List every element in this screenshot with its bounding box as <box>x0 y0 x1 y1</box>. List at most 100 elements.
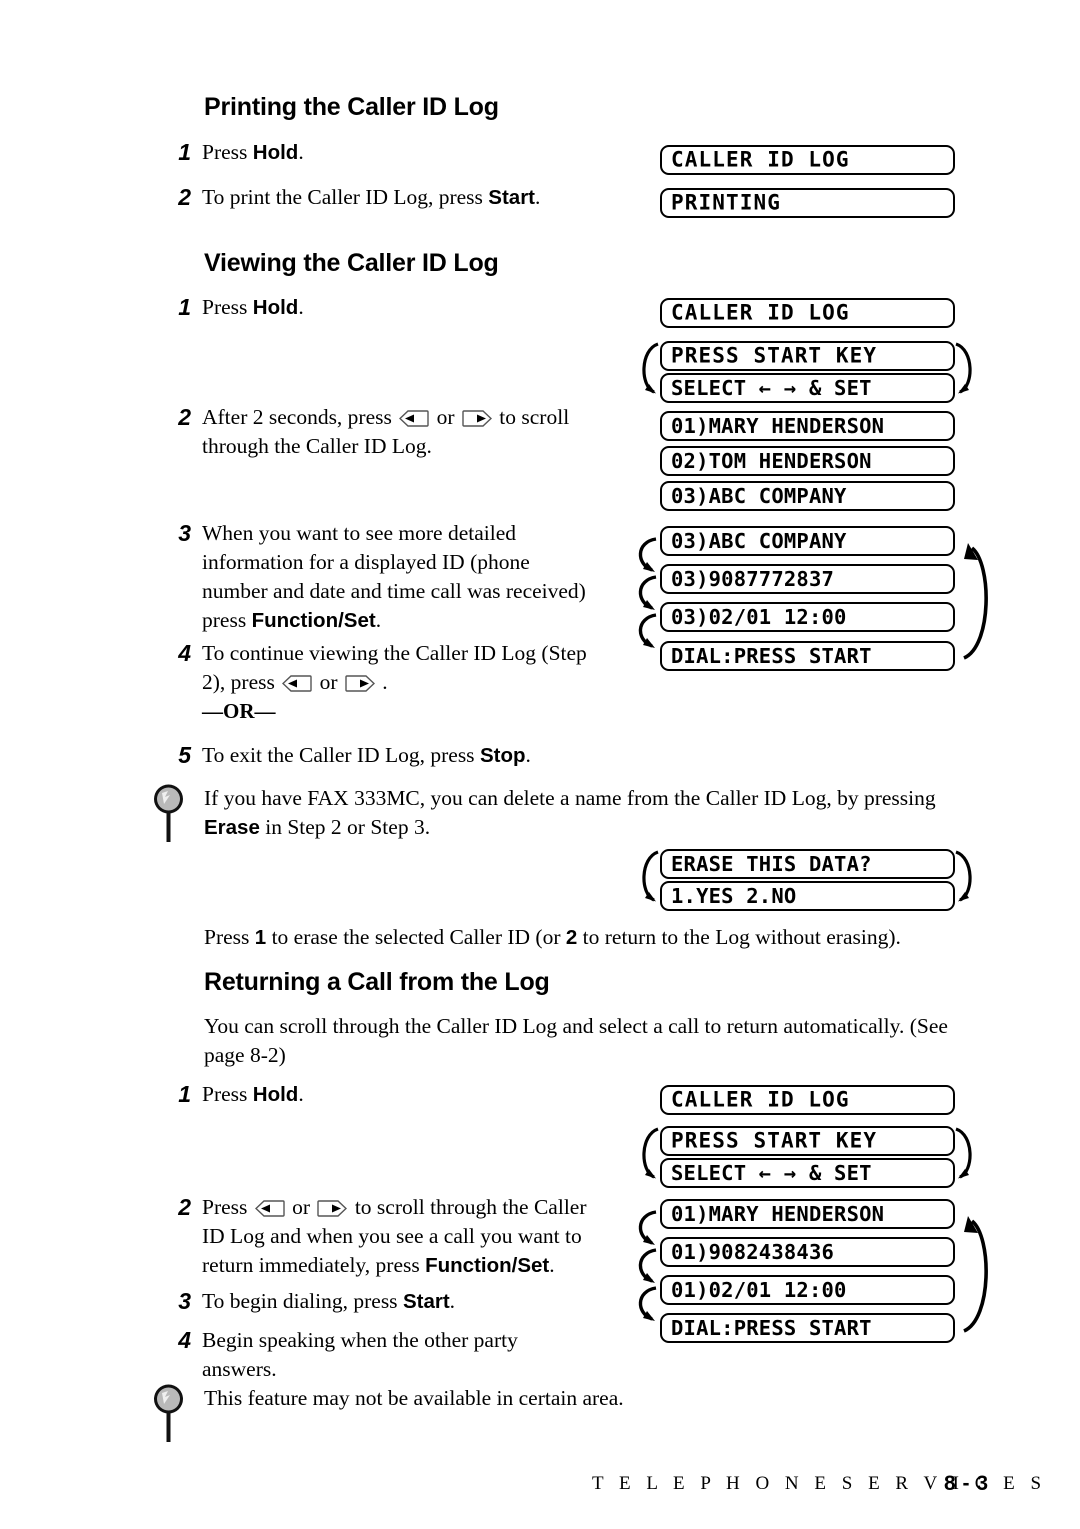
step-number: 1 <box>178 1081 191 1107</box>
magnifier-tip-icon <box>152 1382 186 1444</box>
lcd-text: 01)9082438436 <box>671 1239 835 1264</box>
key-name-erase: Erase <box>204 816 260 839</box>
step-text-line1: To continue viewing the Caller ID Log (S… <box>202 641 587 665</box>
lcd-text: 02)TOM HENDERSON <box>671 448 872 473</box>
step-number: 3 <box>178 1288 191 1314</box>
section-heading-printing: Printing the Caller ID Log <box>204 93 499 121</box>
key-name-hold: Hold <box>252 296 299 319</box>
step-text-line2-lead: 2), press <box>202 670 281 694</box>
step-number: 5 <box>178 742 191 768</box>
step-text: Press Hold. <box>202 1080 304 1109</box>
paragraph-mid: to erase the selected Caller ID (or <box>266 925 566 949</box>
step-arrow-down <box>626 1209 664 1251</box>
step-text-line3: number and date and time call was receiv… <box>202 579 586 603</box>
lcd-display: SELECT ← → & SET <box>660 1158 955 1188</box>
step-text: To begin dialing, press Start. <box>202 1287 455 1316</box>
step-text-tail: . <box>525 743 531 767</box>
step-text-lead: Press <box>202 1195 253 1219</box>
lcd-text: PRESS START KEY <box>671 1128 878 1153</box>
step-text-tail: . <box>449 1289 456 1313</box>
section-heading-returning: Returning a Call from the Log <box>204 968 550 996</box>
step-arrow-down <box>626 1285 664 1327</box>
lcd-text: DIAL:PRESS START <box>671 1315 872 1340</box>
note-text: This feature may not be available in cer… <box>204 1386 624 1410</box>
key-name-start: Start <box>488 186 536 209</box>
step-text: Press or to scroll through the Caller ID … <box>202 1193 587 1280</box>
key-name-hold: Hold <box>252 1083 299 1106</box>
lcd-text: 01)02/01 12:00 <box>671 1277 847 1302</box>
key-name-two: 2 <box>565 926 578 949</box>
lcd-text: 01)MARY HENDERSON <box>671 1201 885 1226</box>
step-number: 3 <box>178 520 191 546</box>
step-arrow-down <box>626 574 664 616</box>
lcd-text: PRESS START KEY <box>671 343 878 368</box>
step-text-tail: . <box>535 185 541 209</box>
step-text: Press Hold. <box>202 293 304 322</box>
step-text-tail: . <box>298 140 304 164</box>
key-name-hold: Hold <box>252 141 299 164</box>
step-text-mid: or <box>286 1195 316 1219</box>
paragraph-line1: You can scroll through the Caller ID Log… <box>204 1014 948 1038</box>
step-text-line4-tail: . <box>375 608 382 632</box>
step-number: 4 <box>178 640 191 666</box>
note-text-line2: in Step 2 or Step 3. <box>259 815 431 839</box>
right-arrow-key-icon <box>462 410 492 427</box>
lcd-display: SELECT ← → & SET <box>660 373 955 403</box>
step-text-line2-mid: or <box>314 670 343 694</box>
step-text: To print the Caller ID Log, press Start. <box>202 183 540 212</box>
step-text-line4-lead: press <box>202 608 252 632</box>
step-text-lead: To exit the Caller ID Log, press <box>202 743 480 767</box>
step-number: 4 <box>178 1327 191 1353</box>
erase-confirm-paragraph: Press 1 to erase the selected Caller ID … <box>204 923 1004 952</box>
step-text-tail: . <box>298 295 304 319</box>
lcd-text: SELECT ← → & SET <box>671 1160 872 1185</box>
note-text: If you have FAX 333MC, you can delete a … <box>204 784 936 842</box>
manual-page: Printing the Caller ID Log 1 Press Hold.… <box>0 0 1080 1529</box>
step-text-line3-tail: . <box>549 1253 555 1277</box>
note-text-line1: If you have FAX 333MC, you can delete a … <box>204 786 936 810</box>
lcd-display: PRESS START KEY <box>660 341 955 371</box>
returning-intro-paragraph: You can scroll through the Caller ID Log… <box>204 1012 1004 1070</box>
return-loop-arrow <box>952 1207 998 1337</box>
step-text-tail: to scroll <box>493 405 570 429</box>
right-arrow-key-icon <box>345 675 375 692</box>
lcd-display: 01)02/01 12:00 <box>660 1275 955 1305</box>
key-name-one: 1 <box>254 926 267 949</box>
lcd-display: 02)TOM HENDERSON <box>660 446 955 476</box>
lcd-display: ERASE THIS DATA? <box>660 849 955 879</box>
lcd-display: 03)9087772837 <box>660 564 955 594</box>
lcd-text: 01)MARY HENDERSON <box>671 413 885 438</box>
magnifier-tip-icon <box>152 782 186 844</box>
lcd-text: 03)9087772837 <box>671 566 835 591</box>
paragraph-line2: page 8-2) <box>204 1043 286 1067</box>
lcd-text: SELECT ← → & SET <box>671 375 872 400</box>
step-number: 1 <box>178 294 191 320</box>
lcd-display: DIAL:PRESS START <box>660 641 955 671</box>
key-name-stop: Stop <box>479 744 526 767</box>
lcd-display: 01)MARY HENDERSON <box>660 411 955 441</box>
step-text-line1: When you want to see more detailed <box>202 521 517 545</box>
lcd-display: 03)ABC COMPANY <box>660 526 955 556</box>
step-text-lead: Press <box>202 1082 253 1106</box>
lcd-display: CALLER ID LOG <box>660 145 955 175</box>
step-number: 1 <box>178 139 191 165</box>
step-text-line2: ID Log and when you see a call you want … <box>202 1224 582 1248</box>
step-arrow-down <box>626 612 664 654</box>
step-number: 2 <box>178 184 191 210</box>
step-text-line2: information for a displayed ID (phone <box>202 550 530 574</box>
step-text-lead: To begin dialing, press <box>202 1289 403 1313</box>
step-text: To continue viewing the Caller ID Log (S… <box>202 639 587 726</box>
step-text: Press Hold. <box>202 138 304 167</box>
step-text-mid: or <box>431 405 460 429</box>
lcd-display: 03)ABC COMPANY <box>660 481 955 511</box>
lcd-text: DIAL:PRESS START <box>671 643 872 668</box>
lcd-text: 1.YES 2.NO <box>671 883 797 908</box>
lcd-text: 03)02/01 12:00 <box>671 604 847 629</box>
step-text-line2: answers. <box>202 1357 277 1381</box>
left-arrow-key-icon <box>399 410 429 427</box>
step-text-lead: Press <box>202 140 253 164</box>
lcd-text: ERASE THIS DATA? <box>671 851 872 876</box>
step-number: 2 <box>178 1194 191 1220</box>
step-text-line2-tail: . <box>376 670 388 694</box>
step-arrow-down <box>626 1247 664 1289</box>
